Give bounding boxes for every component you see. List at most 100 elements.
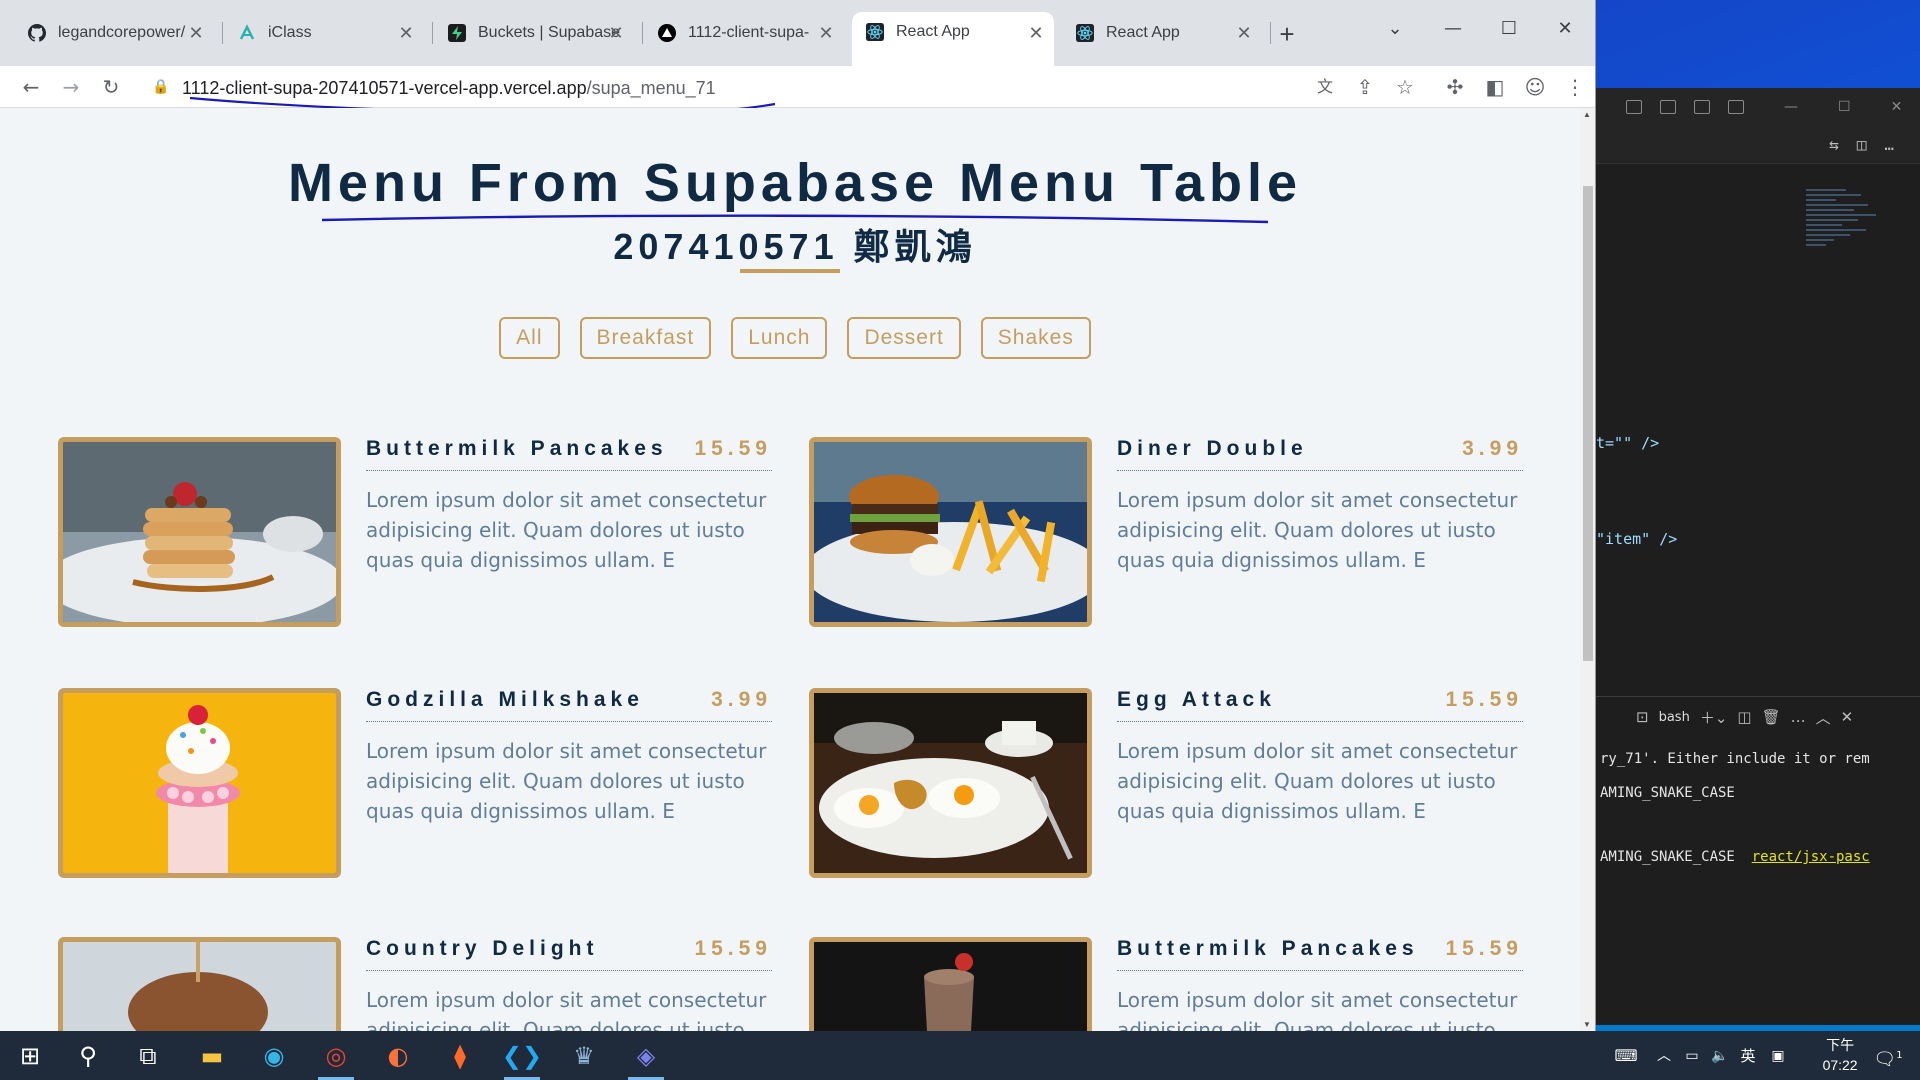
- new-terminal-icon[interactable]: ＋⌄: [1700, 707, 1728, 728]
- browser-tab-active[interactable]: React App ✕: [852, 12, 1054, 66]
- close-tab-icon[interactable]: ✕: [396, 23, 416, 43]
- minimize-icon[interactable]: —: [1436, 12, 1470, 46]
- lock-icon[interactable]: 🔒: [148, 74, 174, 100]
- vscode-terminal-panel: ⊡ bash ＋⌄ ◫ 🗑 … ︿ ✕ ry_71'. Either inclu…: [1596, 696, 1920, 1031]
- browser-tab[interactable]: Buckets | Supabase ✕: [434, 14, 634, 52]
- windows-taskbar: ⊞ ⚲ ⧉ ▬ ◉ ◎ ◐ ⧫ ❮❯ ♛ ◈ ⌨ ︿ ▭ 🔈 英 ▣ 下午 07…: [0, 1031, 1920, 1080]
- menu-item-name: Diner Double: [1117, 437, 1308, 460]
- terminal-line-text: AMING_SNAKE_CASE: [1600, 849, 1735, 865]
- vscode-close-icon[interactable]: ✕: [1891, 99, 1903, 115]
- code-fragment: "item" />: [1596, 530, 1678, 548]
- terminal-link[interactable]: react/jsx-pasc: [1752, 849, 1870, 865]
- maximize-icon[interactable]: ☐: [1492, 12, 1526, 46]
- notification-center-icon[interactable]: 🗨1: [1864, 1037, 1912, 1075]
- page-scrollbar[interactable]: ▲ ▼: [1580, 108, 1595, 1031]
- translate-icon[interactable]: 文: [1312, 74, 1338, 100]
- new-tab-button[interactable]: +: [1273, 19, 1301, 50]
- extensions-icon[interactable]: ✣: [1442, 74, 1468, 100]
- bookmark-star-icon[interactable]: ☆: [1392, 74, 1418, 100]
- filter-breakfast-button[interactable]: Breakfast: [579, 317, 712, 359]
- profile-avatar-icon[interactable]: ☺: [1522, 74, 1548, 100]
- toggle-secondary-sidebar-icon[interactable]: [1694, 100, 1710, 114]
- menu-item-description: Lorem ipsum dolor sit amet consectetur a…: [1117, 739, 1518, 823]
- system-clock[interactable]: 下午 07:22 2023-06-07: [1822, 1035, 1858, 1080]
- edge-icon[interactable]: ◉: [250, 1037, 298, 1075]
- split-editor-icon[interactable]: ◫: [1857, 135, 1867, 154]
- page-subtitle: 207410571 鄭凱鴻: [613, 226, 977, 267]
- more-actions-icon[interactable]: …: [1884, 135, 1894, 154]
- terminal-name[interactable]: bash: [1659, 710, 1690, 725]
- pgadmin-icon[interactable]: ♛: [560, 1037, 608, 1075]
- menu-item-photo: [809, 937, 1092, 1031]
- tab-separator: [642, 22, 643, 44]
- back-icon[interactable]: ←: [18, 74, 44, 100]
- minimap[interactable]: [1806, 186, 1886, 286]
- menu-item-header: Buttermilk Pancakes 15.59: [366, 437, 772, 471]
- vscode-icon[interactable]: ❮❯: [498, 1037, 546, 1080]
- browser-menu-icon[interactable]: ⋮: [1562, 74, 1588, 100]
- close-window-icon[interactable]: ✕: [1548, 12, 1582, 46]
- vscode-editor[interactable]: t="" /> "item" />: [1596, 164, 1920, 684]
- browser-tab[interactable]: 1112-client-supa- ✕: [644, 14, 844, 52]
- split-terminal-icon[interactable]: ◫: [1737, 708, 1751, 726]
- menu-item-card: Godzilla Milkshake 3.99 Lorem ipsum dolo…: [58, 688, 772, 878]
- supabase-icon: [448, 24, 466, 42]
- customize-layout-icon[interactable]: [1728, 100, 1744, 114]
- windows-start-icon[interactable]: ⊞: [6, 1037, 54, 1075]
- scrollbar-thumb[interactable]: [1583, 186, 1593, 661]
- side-panel-icon[interactable]: ◧: [1482, 74, 1508, 100]
- file-explorer-icon[interactable]: ▬: [188, 1037, 236, 1075]
- terminal-line: ry_71'. Either include it or rem: [1600, 751, 1870, 767]
- close-tab-icon[interactable]: ✕: [816, 23, 836, 43]
- menu-item-info: Buttermilk Pancakes 15.59 Lorem ipsum do…: [1117, 937, 1523, 1031]
- menu-item-name: Buttermilk Pancakes: [366, 437, 668, 460]
- close-tab-icon[interactable]: ✕: [1234, 23, 1254, 43]
- tab-separator: [1270, 22, 1271, 44]
- share-icon[interactable]: ⇪: [1352, 74, 1378, 100]
- ime-mode-icon[interactable]: ▣: [1754, 1037, 1802, 1075]
- task-view-icon[interactable]: ⧉: [124, 1037, 172, 1075]
- iclass-icon: [238, 24, 256, 42]
- trash-icon[interactable]: 🗑: [1762, 708, 1781, 726]
- toggle-sidebar-icon[interactable]: [1626, 100, 1642, 114]
- close-tab-icon[interactable]: ✕: [606, 23, 626, 43]
- toggle-panel-icon[interactable]: [1660, 100, 1676, 114]
- terminal-line: AMING_SNAKE_CASE: [1600, 785, 1735, 801]
- browser-window: legandcorepower/ ✕ iClass ✕ Buckets | Su…: [0, 0, 1596, 1031]
- menu-item-info: Buttermilk Pancakes 15.59 Lorem ipsum do…: [366, 437, 772, 575]
- scroll-down-icon[interactable]: ▼: [1583, 1020, 1591, 1029]
- git-client-icon[interactable]: ⧫: [436, 1037, 484, 1075]
- vscode-minimize-icon[interactable]: —: [1784, 99, 1798, 115]
- menu-item-description: Lorem ipsum dolor sit amet consectetur a…: [366, 488, 767, 572]
- menu-item-header: Egg Attack 15.59: [1117, 688, 1523, 722]
- close-tab-icon[interactable]: ✕: [1026, 23, 1046, 43]
- forward-icon[interactable]: →: [58, 74, 84, 100]
- more-actions-icon[interactable]: …: [1791, 708, 1806, 726]
- clock-time: 下午 07:22: [1822, 1037, 1858, 1073]
- browser-tab[interactable]: iClass ✕: [224, 14, 424, 52]
- maximize-panel-icon[interactable]: ︿: [1816, 707, 1831, 728]
- chrome-icon[interactable]: ◎: [312, 1037, 360, 1080]
- react-icon: [866, 23, 884, 41]
- vscode-maximize-icon[interactable]: ☐: [1838, 99, 1851, 115]
- close-tab-icon[interactable]: ✕: [186, 23, 206, 43]
- firefox-icon[interactable]: ◐: [374, 1037, 422, 1075]
- menu-item-card: Buttermilk Pancakes 15.59 Lorem ipsum do…: [809, 937, 1523, 1031]
- filter-dessert-button[interactable]: Dessert: [847, 317, 961, 359]
- filter-all-button[interactable]: All: [499, 317, 560, 359]
- scroll-up-icon[interactable]: ▲: [1583, 110, 1591, 119]
- compare-changes-icon[interactable]: ⇆: [1829, 135, 1839, 154]
- teams-icon[interactable]: ◈: [622, 1037, 670, 1080]
- close-panel-icon[interactable]: ✕: [1841, 708, 1854, 726]
- menu-item-info: Egg Attack 15.59 Lorem ipsum dolor sit a…: [1117, 688, 1523, 826]
- menu-item-info: Godzilla Milkshake 3.99 Lorem ipsum dolo…: [366, 688, 772, 826]
- reload-icon[interactable]: ↻: [98, 74, 124, 100]
- browser-tab[interactable]: legandcorepower/ ✕: [14, 14, 214, 52]
- tab-search-icon[interactable]: ⌄: [1378, 12, 1412, 46]
- filter-lunch-button[interactable]: Lunch: [731, 317, 828, 359]
- filter-shakes-button[interactable]: Shakes: [980, 317, 1091, 359]
- menu-item-card: Buttermilk Pancakes 15.59 Lorem ipsum do…: [58, 437, 772, 627]
- browser-tab[interactable]: React App ✕: [1062, 14, 1262, 52]
- vscode-window: — ☐ ✕ ⇆ ◫ … t="" /> "item" /> ⊡ bash ＋⌄ …: [1596, 88, 1920, 1031]
- search-icon[interactable]: ⚲: [64, 1037, 112, 1075]
